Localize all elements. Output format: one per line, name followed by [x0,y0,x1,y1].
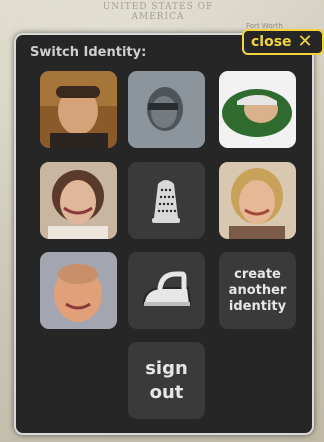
person-photo-icon [128,71,205,148]
person-photo-icon [40,252,117,329]
close-button[interactable]: close ✕ [242,29,324,55]
close-label: close [251,34,292,50]
identity-tile-3[interactable] [219,71,296,148]
close-icon: ✕ [297,31,313,52]
create-identity-button[interactable]: create another identity [219,252,296,329]
thimble-icon [152,180,180,223]
map-country-label: UNITED STATES OF AMERICA [102,2,214,22]
person-photo-icon [40,71,117,148]
identity-tile-4[interactable] [40,162,117,239]
identity-tile-2[interactable] [128,71,205,148]
identity-tile-6[interactable] [219,162,296,239]
person-photo-icon [219,71,296,148]
thimble-tile[interactable] [128,162,205,239]
identity-panel: Switch Identity: create another identity… [14,33,314,435]
iron-tile[interactable] [128,252,205,329]
create-identity-label: create another identity [228,266,287,314]
person-photo-icon [219,162,296,239]
sign-out-button[interactable]: sign out [128,342,205,419]
iron-icon [142,271,192,306]
identity-tile-1[interactable] [40,71,117,148]
panel-title: Switch Identity: [30,45,147,60]
identity-tile-7[interactable] [40,252,117,329]
sign-out-label: sign out [145,357,188,403]
person-photo-icon [40,162,117,239]
